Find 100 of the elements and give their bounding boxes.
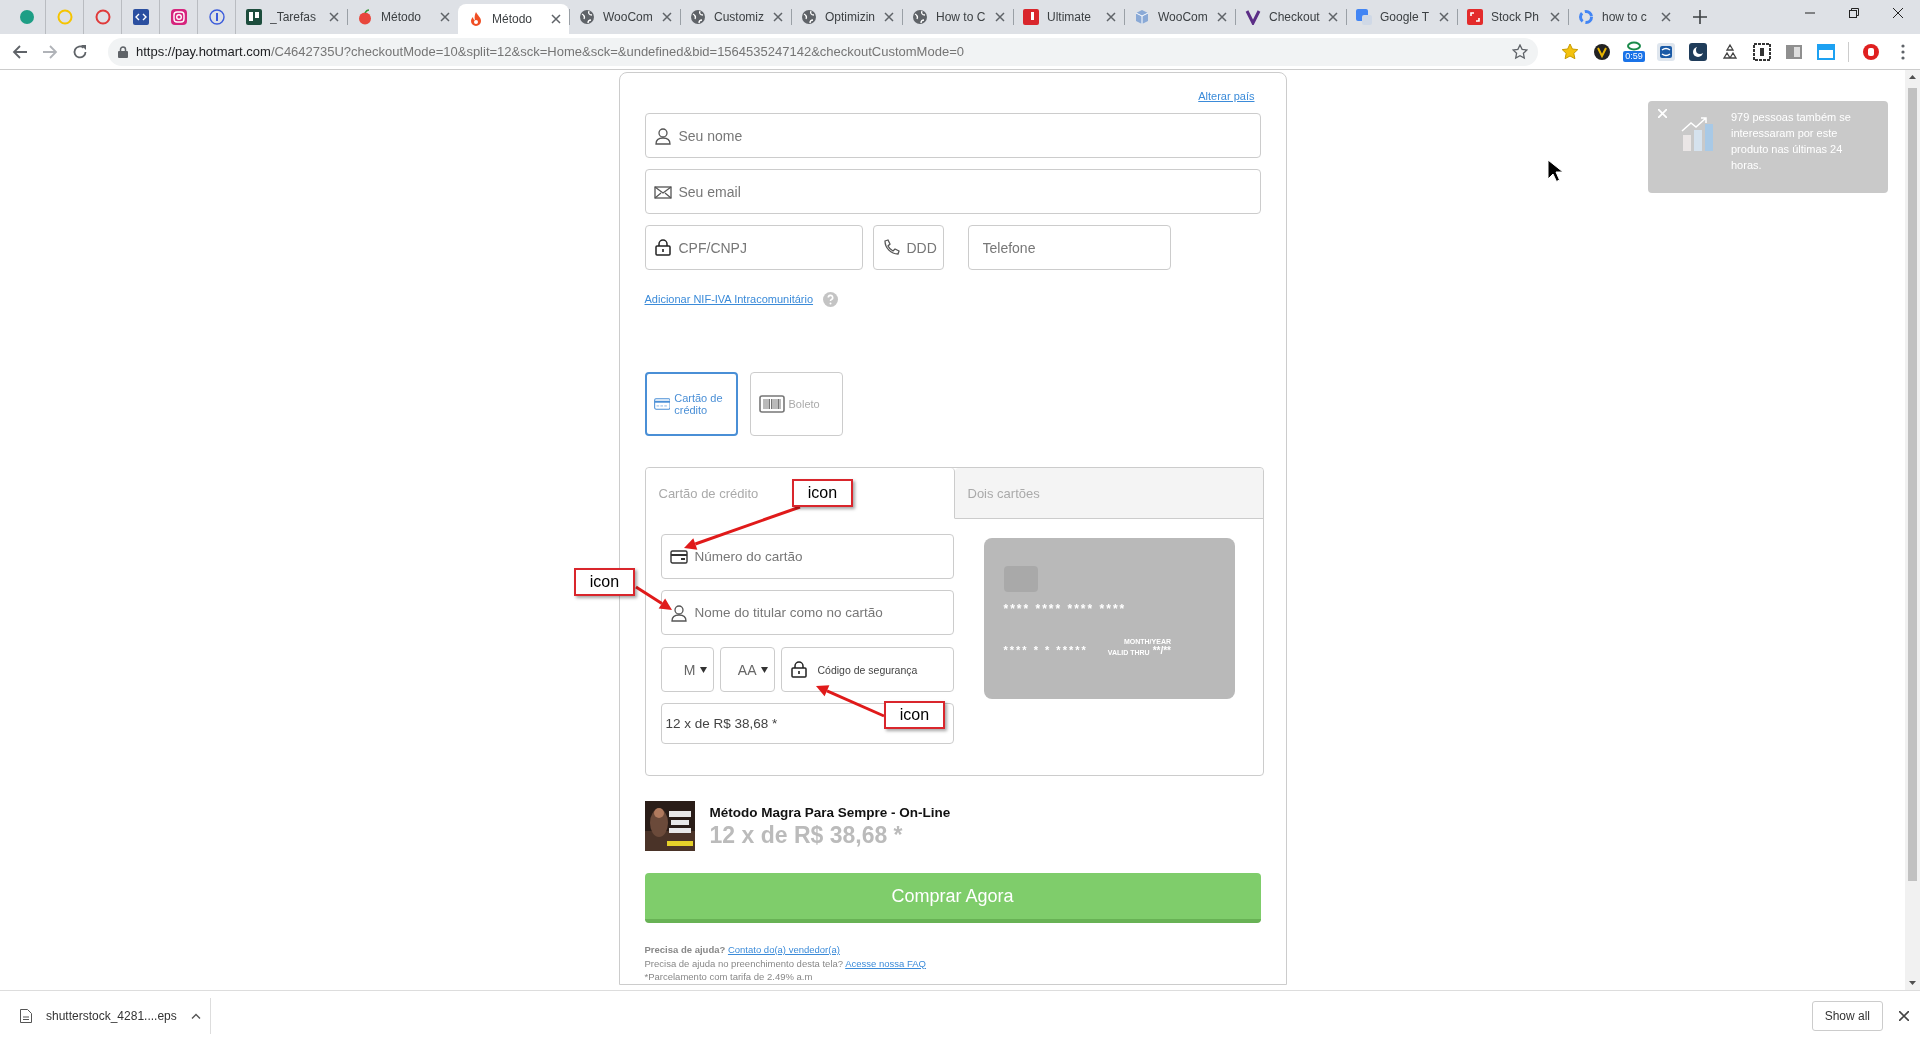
close-icon[interactable]	[1899, 1010, 1909, 1021]
globe-icon	[579, 9, 595, 25]
change-country-link[interactable]: Alterar país	[1198, 87, 1255, 105]
browser-tab[interactable]: Stock Ph	[1457, 0, 1568, 34]
camera-icon	[170, 9, 187, 25]
text-field[interactable]: DDD	[872, 225, 944, 270]
month-select[interactable]: M	[660, 647, 714, 692]
timer-badge: 0:59	[1623, 51, 1645, 62]
email-field[interactable]: Seu email	[644, 169, 1261, 214]
help-text: Precisa de ajuda? Contato do(a) vendedor(a)	[644, 943, 841, 957]
ring-icon	[208, 9, 225, 25]
close-icon[interactable]	[1893, 8, 1903, 18]
help-text: Precisa de ajuda no preenchimento desta tela? Acesse nossa FAQ	[644, 956, 927, 970]
browser-tab[interactable]: Customiz	[680, 0, 791, 34]
help-link[interactable]: Acesse nossa FAQ	[845, 957, 926, 969]
tab-title: Ultimate	[1047, 10, 1092, 24]
expiry-mask: **/**	[1152, 645, 1171, 656]
frame-icon	[1467, 9, 1483, 25]
apple-icon	[357, 9, 373, 25]
recycle-icon[interactable]	[1721, 42, 1739, 61]
browser-tab[interactable]: Optimizin	[791, 0, 902, 34]
download-file-name[interactable]: shutterstock_4281....eps	[46, 1008, 177, 1023]
window-icon[interactable]	[1817, 42, 1835, 61]
restore-icon[interactable]	[1849, 8, 1859, 18]
back-icon[interactable]	[12, 43, 28, 60]
tab-title: Google T	[1380, 10, 1431, 24]
annotation-label: icon	[792, 479, 853, 507]
tab-title: Método	[492, 12, 534, 26]
annotation-label: icon	[884, 701, 945, 729]
tab-title: Checkout	[1269, 10, 1320, 24]
tab-title: how to c	[1602, 10, 1648, 24]
annotation-label: icon	[574, 568, 635, 596]
globe-icon	[690, 9, 706, 25]
star-icon[interactable]	[1561, 42, 1579, 61]
product-price: 12 x de R$ 38,68 *	[709, 822, 904, 849]
text-field[interactable]: Telefone	[967, 225, 1171, 270]
plus-icon[interactable]	[1693, 10, 1707, 24]
card-icon	[669, 547, 688, 566]
panel-icon[interactable]	[1785, 42, 1803, 61]
vat-link[interactable]: Adicionar NIF-IVA Intracomunitário	[644, 290, 814, 308]
card-number-mask: **** **** **** ****	[1003, 602, 1128, 616]
lock-icon	[118, 45, 128, 58]
browser-tab[interactable]: Método	[347, 0, 458, 34]
browser-tab[interactable]: WooCom	[569, 0, 680, 34]
ring-icon[interactable]	[1625, 41, 1643, 51]
tab-title: _Tarefas	[270, 10, 318, 24]
dot-icon	[18, 9, 35, 25]
star-icon[interactable]	[1512, 43, 1528, 60]
card-number-field[interactable]: Número do cartão	[660, 534, 954, 579]
tab-title: Stock Ph	[1491, 10, 1541, 24]
text-field[interactable]: CPF/CNPJ	[644, 225, 863, 270]
text-field[interactable]: Seu nome	[644, 113, 1261, 158]
browser-tab[interactable]: How to C	[902, 0, 1013, 34]
address-bar[interactable]: https://pay.hotmart.com/C4642735U?checkoutMode=10&split=12&sck=Home&sck=&undefined&bid=1564535247142&checkoutCustomMode=0	[108, 37, 1538, 66]
chevron-up-icon[interactable]	[190, 1012, 201, 1019]
help-link[interactable]: Contato do(a) vendedor(a)	[727, 944, 840, 955]
board-icon	[246, 9, 262, 25]
globe-icon	[912, 9, 928, 25]
moon-icon[interactable]	[1689, 42, 1707, 61]
globe-icon	[801, 9, 817, 25]
browser-tab[interactable]: how to c	[1568, 0, 1679, 34]
url-text: https://pay.hotmart.com/C4642735U?checkoutMode=10&split=12&sck=Home&sck=&undefined&bid=1564535247142&checkoutCustomMode=0	[136, 44, 965, 59]
lock-icon	[789, 659, 808, 680]
caret-icon	[699, 666, 707, 673]
close-icon[interactable]	[551, 14, 561, 24]
browser-tab[interactable]: _Tarefas	[236, 0, 347, 34]
file-icon	[20, 1008, 32, 1023]
ring-icon	[1578, 9, 1594, 25]
show-all-button[interactable]: Show all	[1811, 1000, 1883, 1031]
squares-icon	[1356, 9, 1372, 25]
circle-icon[interactable]	[1593, 42, 1611, 61]
reload-icon[interactable]	[72, 43, 88, 60]
tab-title: Método	[381, 10, 423, 24]
cube-icon	[1134, 9, 1150, 25]
tab-title: Optimizin	[825, 10, 876, 24]
phone-icon	[881, 238, 900, 257]
tab-title: WooCom	[1158, 10, 1209, 24]
cardholder-field[interactable]: Nome do titular como no cartão	[660, 590, 954, 635]
browser-tab[interactable]: Google T	[1346, 0, 1457, 34]
chevron-icon	[1245, 9, 1261, 25]
year-select[interactable]: AA	[719, 647, 775, 692]
ring-icon	[94, 9, 111, 25]
frame-icon[interactable]	[1753, 42, 1771, 61]
annotation-arrow	[816, 685, 885, 718]
product-title: Método Magra Para Sempre - On-Line	[709, 805, 951, 820]
browser-tab[interactable]: Método	[458, 4, 569, 34]
person-icon	[653, 126, 672, 145]
browser-tab[interactable]: Checkout	[1235, 0, 1346, 34]
security-code-field[interactable]: Código de segurança	[780, 647, 954, 692]
tab-title: Customiz	[714, 10, 765, 24]
scrollbar-thumb[interactable]	[1908, 88, 1917, 881]
tab-title: How to C	[936, 10, 987, 24]
payment-option[interactable]: Cartão de crédito	[644, 372, 738, 436]
tab-title: WooCom	[603, 10, 654, 24]
help-text: *Parcelamento com tarifa de 2.49% a.m	[644, 970, 814, 984]
browser-tab[interactable]: Ultimate	[1013, 0, 1124, 34]
caret-icon	[760, 666, 768, 673]
stop-icon[interactable]	[1862, 42, 1880, 61]
browser-tab[interactable]: WooCom	[1124, 0, 1235, 34]
square-icon[interactable]	[1657, 42, 1675, 61]
